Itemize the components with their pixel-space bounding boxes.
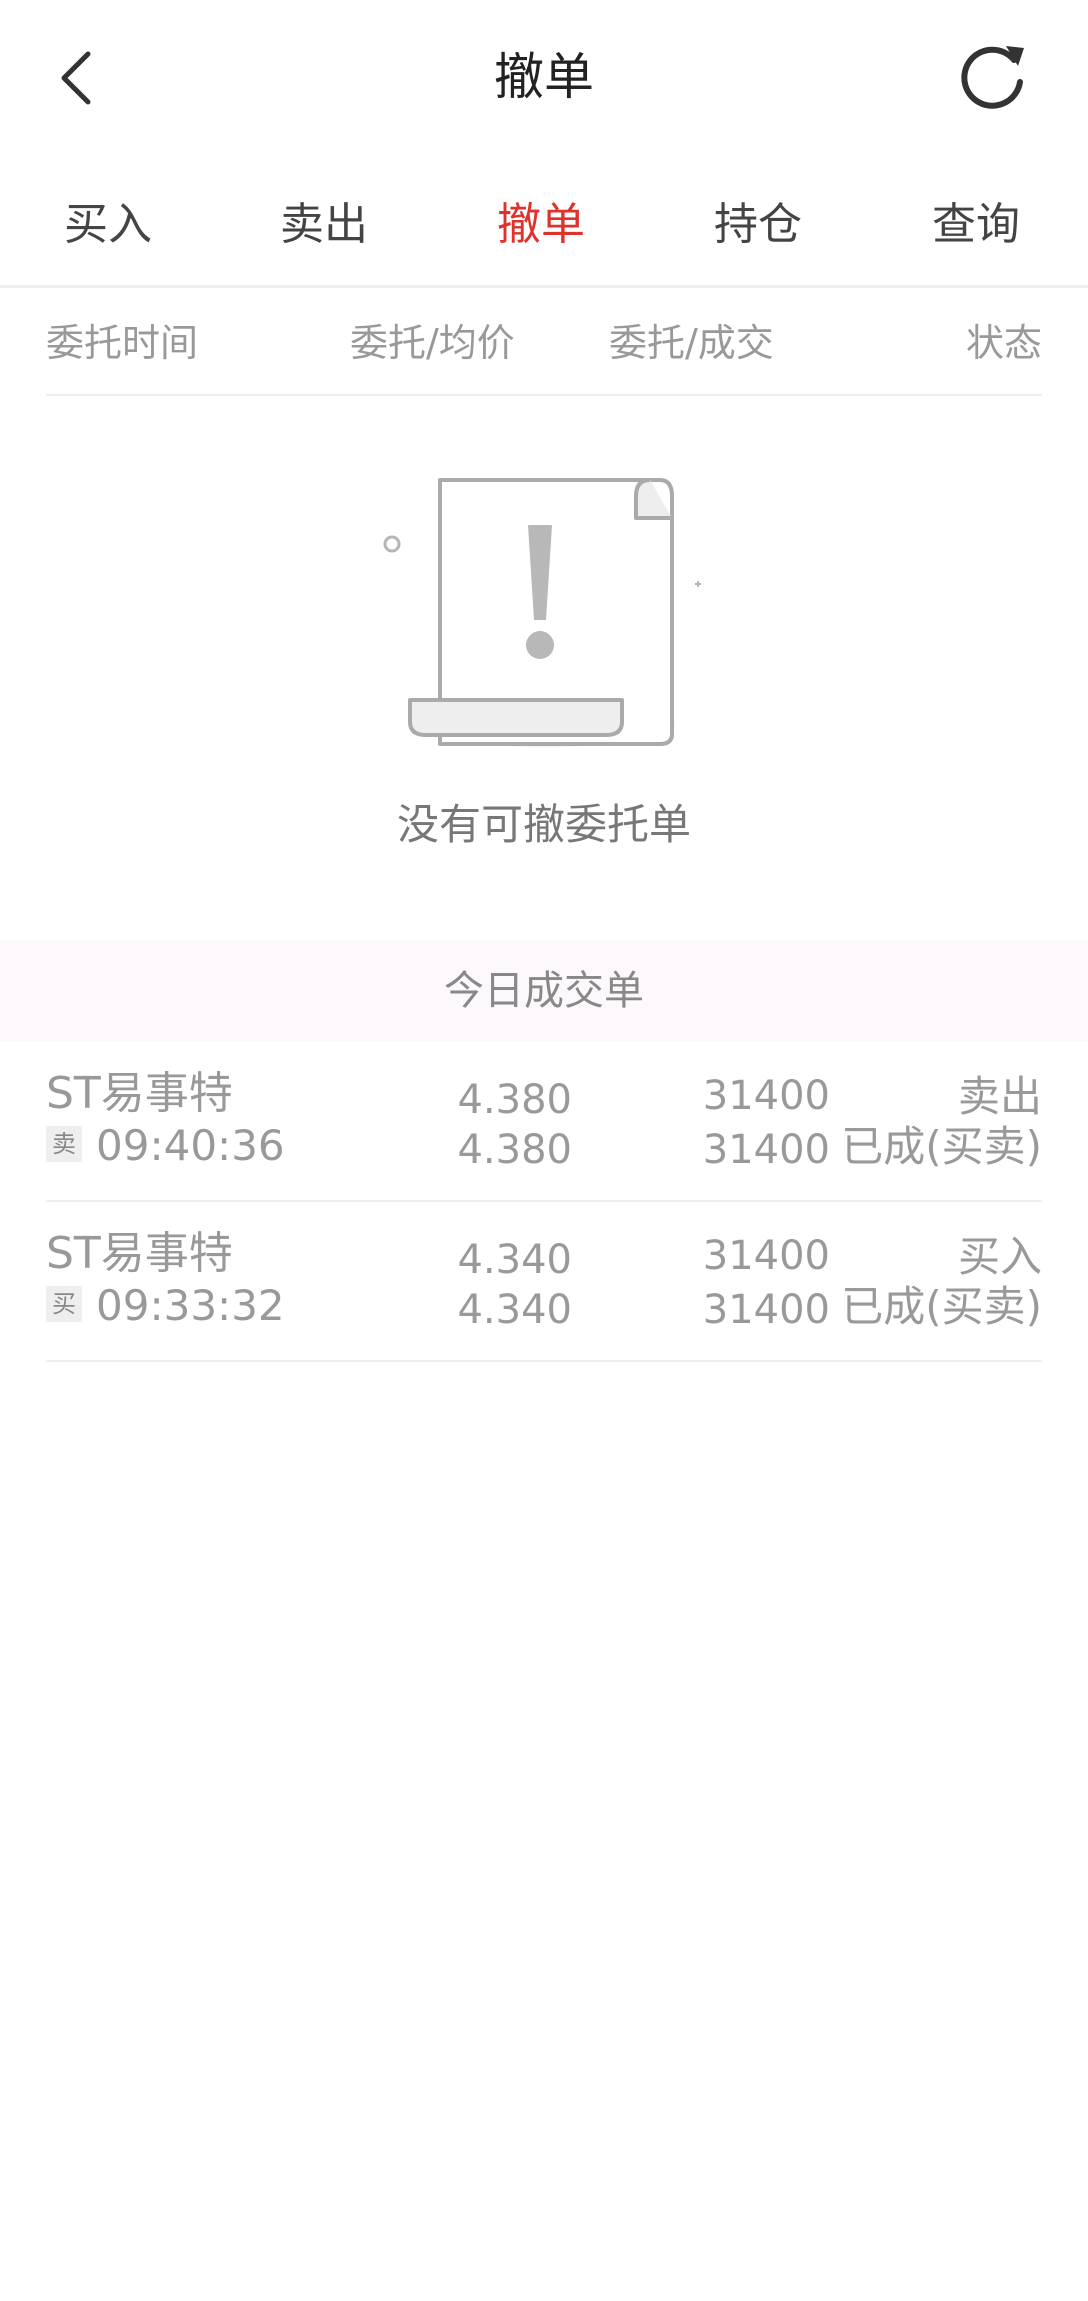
trade-direction: 卖出 (957, 1072, 1042, 1121)
top-nav-bar: 撤单 (0, 0, 1088, 155)
empty-document-icon (383, 478, 701, 747)
tab-query[interactable]: 查询 (876, 185, 1076, 265)
column-header-order-filled: 委托/成交 (609, 321, 774, 365)
filled-quantity: 31400 (702, 1287, 830, 1333)
order-price: 4.380 (457, 1077, 572, 1123)
trade-tabs: 买入 卖出 撤单 持仓 查询 (0, 175, 1088, 288)
trade-status: 已成(买卖) (841, 1282, 1042, 1331)
column-header-row: 委托时间 委托/均价 委托/成交 状态 (46, 290, 1042, 396)
trade-status: 已成(买卖) (841, 1122, 1042, 1171)
tab-sell[interactable]: 卖出 (224, 185, 424, 265)
column-header-status: 状态 (965, 321, 1042, 365)
column-header-order-time: 委托时间 (46, 321, 199, 365)
refresh-icon[interactable] (956, 38, 1032, 114)
order-price: 4.340 (457, 1237, 572, 1283)
stock-name: ST易事特 (46, 1228, 233, 1279)
trade-time: 09:33:32 (96, 1281, 285, 1330)
empty-state-message: 没有可撤委托单 (396, 800, 691, 849)
page-title: 撤单 (494, 48, 594, 106)
filled-quantity: 31400 (702, 1127, 830, 1173)
stock-name: ST易事特 (46, 1068, 233, 1119)
trade-row[interactable]: ST易事特 卖 09:40:36 4.380 4.380 31400 31400… (46, 1042, 1042, 1202)
section-header-today-trades: 今日成交单 (0, 940, 1088, 1042)
avg-price: 4.340 (457, 1287, 572, 1333)
tab-buy[interactable]: 买入 (8, 185, 208, 265)
order-quantity: 31400 (702, 1073, 830, 1119)
column-header-order-avg-price: 委托/均价 (350, 321, 515, 365)
trade-row[interactable]: ST易事特 买 09:33:32 4.340 4.340 31400 31400… (46, 1202, 1042, 1362)
side-badge: 买 (46, 1286, 82, 1322)
side-badge: 卖 (46, 1126, 82, 1162)
tab-cancel-order[interactable]: 撤单 (441, 185, 641, 265)
tab-positions[interactable]: 持仓 (658, 185, 858, 265)
trade-direction: 买入 (957, 1232, 1042, 1281)
trade-time: 09:40:36 (96, 1121, 285, 1170)
avg-price: 4.380 (457, 1127, 572, 1173)
order-quantity: 31400 (702, 1233, 830, 1279)
